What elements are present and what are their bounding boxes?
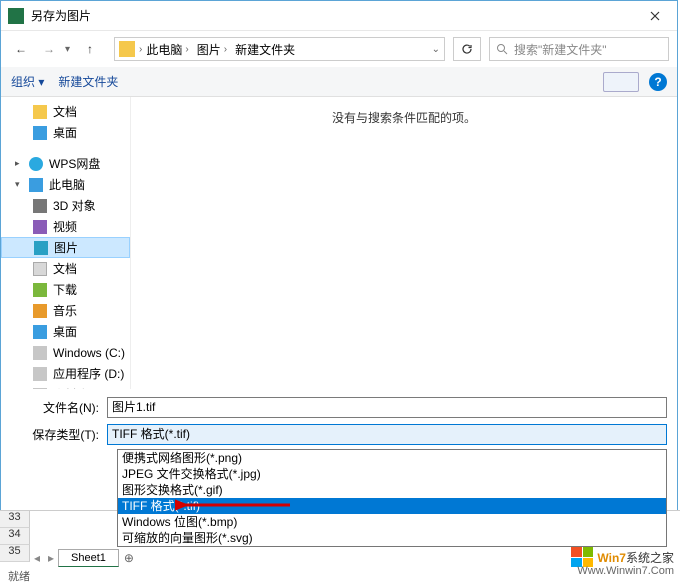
tree-item-pic[interactable]: 图片 [1, 237, 130, 258]
nav-bar: ← → ▾ ↑ › 此电脑› 图片› 新建文件夹 ⌄ 搜索"新建文件夹" [1, 31, 677, 67]
row-header[interactable]: 33 [0, 511, 30, 528]
toolbar: 组织 ▾ 新建文件夹 ? [1, 67, 677, 97]
search-input[interactable]: 搜索"新建文件夹" [489, 37, 669, 61]
tree-item-doc[interactable]: 文档 [1, 258, 130, 279]
folder-tree[interactable]: 文档桌面▸WPS网盘▾此电脑3D 对象视频图片文档下载音乐桌面Windows (… [1, 97, 131, 389]
save-as-dialog: 另存为图片 ← → ▾ ↑ › 此电脑› 图片› 新建文件夹 ⌄ 搜索"新建文件… [0, 0, 678, 540]
tree-item-folder[interactable]: 文档 [1, 101, 130, 122]
path-seg[interactable]: 图片› [193, 41, 231, 58]
format-option[interactable]: 图形交换格式(*.gif) [118, 482, 666, 498]
filetype-dropdown[interactable]: 便携式网络图形(*.png)JPEG 文件交换格式(*.jpg)图形交换格式(*… [117, 449, 667, 547]
format-option[interactable]: Windows 位图(*.bmp) [118, 514, 666, 530]
tree-item-drive[interactable]: 资料库 (E:) [1, 384, 130, 389]
new-folder-button[interactable]: 新建文件夹 [58, 73, 118, 90]
titlebar: 另存为图片 [1, 1, 677, 31]
view-options[interactable] [603, 72, 639, 92]
filename-label: 文件名(N): [11, 399, 107, 416]
format-option[interactable]: 便携式网络图形(*.png) [118, 450, 666, 466]
tree-item-down[interactable]: 下载 [1, 279, 130, 300]
close-button[interactable] [632, 1, 677, 30]
drive-icon [33, 367, 47, 381]
save-fields: 文件名(N): 图片1.tif 保存类型(T): TIFF 格式(*.tif) [1, 389, 677, 445]
drive-icon [33, 346, 47, 360]
file-list: 没有与搜索条件匹配的项。 [131, 97, 677, 389]
search-icon [496, 43, 508, 55]
up-button[interactable]: ↑ [78, 37, 102, 61]
row-header[interactable]: 35 [0, 545, 30, 562]
doc-icon [33, 262, 47, 276]
desktop-icon [33, 126, 47, 140]
filetype-label: 保存类型(T): [11, 426, 107, 443]
tree-item-obj3d[interactable]: 3D 对象 [1, 195, 130, 216]
watermark: Win7系统之家 Www.Winwin7.Com [571, 547, 674, 567]
path-bar[interactable]: › 此电脑› 图片› 新建文件夹 ⌄ [114, 37, 445, 61]
tree-item-desktop[interactable]: 桌面 [1, 321, 130, 342]
help-button[interactable]: ? [649, 73, 667, 91]
row-headers: 333435 [0, 511, 30, 562]
tree-item-cloud[interactable]: ▸WPS网盘 [1, 153, 130, 174]
tree-item-pc[interactable]: ▾此电脑 [1, 174, 130, 195]
empty-message: 没有与搜索条件匹配的项。 [332, 109, 476, 126]
status-bar: 就绪 [8, 568, 30, 584]
cloud-icon [29, 157, 43, 171]
tree-item-desktop[interactable]: 桌面 [1, 122, 130, 143]
refresh-button[interactable] [453, 37, 481, 61]
sheet-tab[interactable]: Sheet1 [58, 549, 119, 567]
video-icon [33, 220, 47, 234]
dialog-title: 另存为图片 [31, 7, 632, 24]
tree-item-music[interactable]: 音乐 [1, 300, 130, 321]
folder-icon [119, 41, 135, 57]
tab-prev[interactable]: ◂ [30, 551, 44, 565]
format-option[interactable]: JPEG 文件交换格式(*.jpg) [118, 466, 666, 482]
filename-input[interactable]: 图片1.tif [107, 397, 667, 418]
back-button[interactable]: ← [9, 37, 33, 61]
filetype-select[interactable]: TIFF 格式(*.tif) [107, 424, 667, 445]
windows-flag-icon [571, 547, 593, 567]
tree-item-drive[interactable]: 应用程序 (D:) [1, 363, 130, 384]
format-option[interactable]: 可缩放的向量图形(*.svg) [118, 530, 666, 546]
obj3d-icon [33, 199, 47, 213]
tree-item-drive[interactable]: Windows (C:) [1, 342, 130, 363]
path-dropdown[interactable]: ⌄ [432, 44, 440, 55]
music-icon [33, 304, 47, 318]
folder-icon [33, 105, 47, 119]
path-seg[interactable]: 新建文件夹 [231, 41, 299, 58]
drive-icon [33, 388, 47, 390]
row-header[interactable]: 34 [0, 528, 30, 545]
desktop-icon [33, 325, 47, 339]
sheet-tabs: ◂ ▸ Sheet1 ⊕ [30, 549, 139, 567]
tab-next[interactable]: ▸ [44, 551, 58, 565]
app-icon [8, 8, 24, 24]
organize-button[interactable]: 组织 ▾ [11, 73, 44, 90]
path-root[interactable]: 此电脑› [142, 41, 192, 58]
format-option[interactable]: TIFF 格式(*.tif) [118, 498, 666, 514]
add-sheet-button[interactable]: ⊕ [119, 551, 139, 565]
pic-icon [34, 241, 48, 255]
pc-icon [29, 178, 43, 192]
down-icon [33, 283, 47, 297]
history-dropdown[interactable]: ▾ [65, 44, 70, 55]
forward-button[interactable]: → [37, 37, 61, 61]
tree-item-video[interactable]: 视频 [1, 216, 130, 237]
